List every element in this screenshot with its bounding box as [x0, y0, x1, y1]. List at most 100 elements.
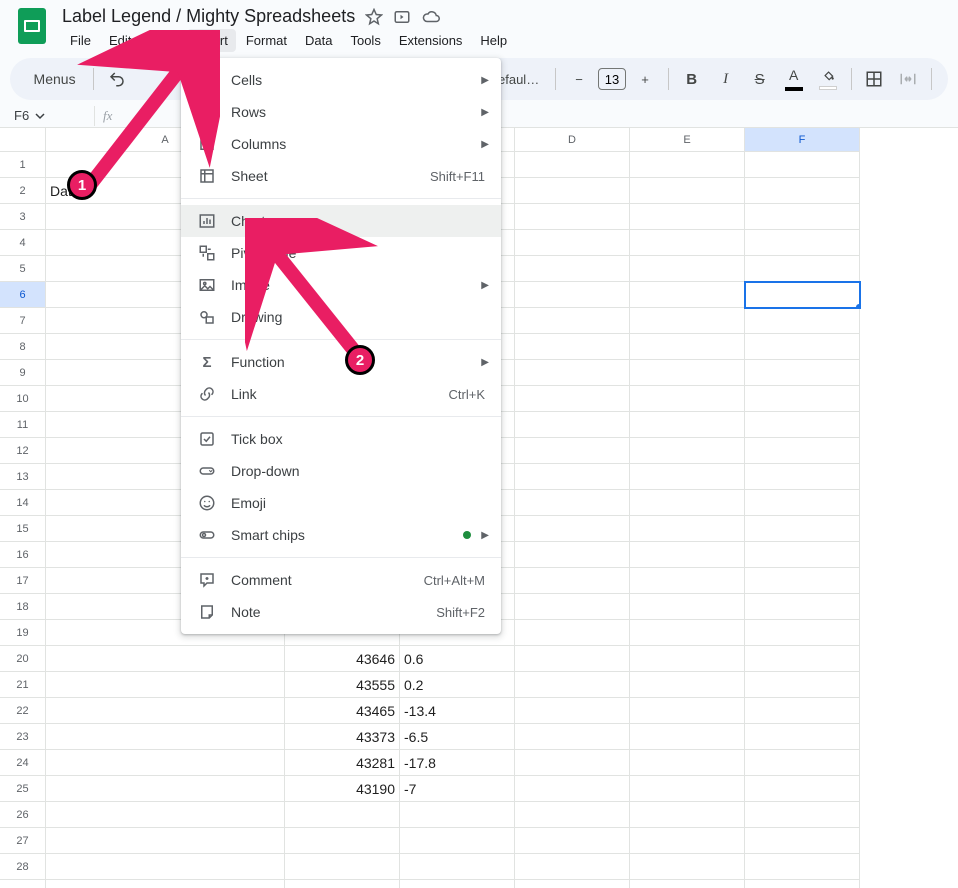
row-head[interactable]: 14 [0, 490, 46, 516]
text-color-button[interactable]: A [779, 64, 809, 94]
cell[interactable] [515, 828, 630, 854]
undo-button[interactable] [102, 64, 132, 94]
row-head[interactable]: 2 [0, 178, 46, 204]
cell[interactable] [515, 386, 630, 412]
cell[interactable] [630, 750, 745, 776]
select-all-corner[interactable] [0, 128, 46, 152]
cell[interactable] [515, 490, 630, 516]
cell[interactable] [515, 646, 630, 672]
cell[interactable] [745, 178, 860, 204]
name-box[interactable]: F6 [6, 108, 86, 123]
cell[interactable] [630, 230, 745, 256]
cell[interactable] [515, 516, 630, 542]
menu-function[interactable]: ΣFunction▶ [181, 346, 501, 378]
cell[interactable] [400, 802, 515, 828]
cell[interactable] [745, 386, 860, 412]
row-head[interactable]: 3 [0, 204, 46, 230]
cell[interactable] [630, 854, 745, 880]
cell[interactable] [515, 412, 630, 438]
cell[interactable]: -6.5 [400, 724, 515, 750]
cell[interactable] [46, 776, 285, 802]
cell[interactable]: -17.8 [400, 750, 515, 776]
cell[interactable] [745, 750, 860, 776]
cell[interactable] [630, 620, 745, 646]
cell[interactable] [515, 438, 630, 464]
row-head[interactable]: 9 [0, 360, 46, 386]
cell[interactable] [745, 854, 860, 880]
cell[interactable] [46, 854, 285, 880]
cell[interactable] [515, 360, 630, 386]
menu-note[interactable]: NoteShift+F2 [181, 596, 501, 628]
cell[interactable] [285, 854, 400, 880]
cell[interactable]: -7 [400, 776, 515, 802]
cell[interactable] [515, 698, 630, 724]
menu-sheet[interactable]: SheetShift+F11 [181, 160, 501, 192]
cell[interactable] [515, 230, 630, 256]
cell[interactable]: 43373 [285, 724, 400, 750]
cell[interactable] [745, 282, 860, 308]
cell[interactable] [630, 360, 745, 386]
cell[interactable] [515, 802, 630, 828]
menu-drawing[interactable]: Drawing [181, 301, 501, 333]
star-icon[interactable] [365, 8, 383, 26]
row-head[interactable]: 19 [0, 620, 46, 646]
cell[interactable] [630, 828, 745, 854]
row-head[interactable]: 18 [0, 594, 46, 620]
cell[interactable] [515, 334, 630, 360]
cell[interactable] [630, 568, 745, 594]
cell[interactable] [630, 386, 745, 412]
cell[interactable] [745, 334, 860, 360]
cell[interactable] [745, 620, 860, 646]
row-head[interactable]: 17 [0, 568, 46, 594]
menu-extensions[interactable]: Extensions [391, 29, 471, 52]
row-head[interactable]: 22 [0, 698, 46, 724]
cell[interactable] [745, 698, 860, 724]
row-head[interactable]: 15 [0, 516, 46, 542]
cell[interactable] [515, 776, 630, 802]
col-head-F[interactable]: F [745, 128, 860, 152]
cell[interactable] [630, 724, 745, 750]
cell[interactable] [515, 204, 630, 230]
cell[interactable] [630, 490, 745, 516]
row-head[interactable]: 1 [0, 152, 46, 178]
row-head[interactable]: 21 [0, 672, 46, 698]
font-size-input[interactable] [598, 68, 626, 90]
italic-button[interactable]: I [711, 64, 741, 94]
cell[interactable] [745, 360, 860, 386]
row-head[interactable]: 12 [0, 438, 46, 464]
row-head[interactable]: 13 [0, 464, 46, 490]
col-head-E[interactable]: E [630, 128, 745, 152]
row-head[interactable]: 28 [0, 854, 46, 880]
row-head[interactable]: 6 [0, 282, 46, 308]
font-size-decrease[interactable]: − [564, 64, 594, 94]
cell[interactable] [285, 828, 400, 854]
cell[interactable]: 43281 [285, 750, 400, 776]
cell[interactable] [515, 282, 630, 308]
cell[interactable] [285, 880, 400, 888]
row-head[interactable]: 5 [0, 256, 46, 282]
row-head[interactable]: 27 [0, 828, 46, 854]
cell[interactable] [745, 412, 860, 438]
menu-dropdown[interactable]: Drop-down [181, 455, 501, 487]
cell[interactable] [630, 412, 745, 438]
cell[interactable] [46, 646, 285, 672]
cell[interactable] [745, 594, 860, 620]
bold-button[interactable]: B [677, 64, 707, 94]
row-head[interactable]: 16 [0, 542, 46, 568]
cell[interactable] [515, 750, 630, 776]
cell[interactable] [285, 802, 400, 828]
cell[interactable] [515, 672, 630, 698]
menu-comment[interactable]: CommentCtrl+Alt+M [181, 564, 501, 596]
cell[interactable]: 43555 [285, 672, 400, 698]
row-head[interactable]: 8 [0, 334, 46, 360]
cell[interactable] [630, 152, 745, 178]
cell[interactable] [745, 776, 860, 802]
menu-insert[interactable]: Insert [187, 29, 236, 52]
row-head[interactable]: 11 [0, 412, 46, 438]
cell[interactable] [745, 152, 860, 178]
menu-file[interactable]: File [62, 29, 99, 52]
cell[interactable] [630, 334, 745, 360]
cell[interactable] [515, 724, 630, 750]
menu-emoji[interactable]: Emoji [181, 487, 501, 519]
cell[interactable] [745, 516, 860, 542]
